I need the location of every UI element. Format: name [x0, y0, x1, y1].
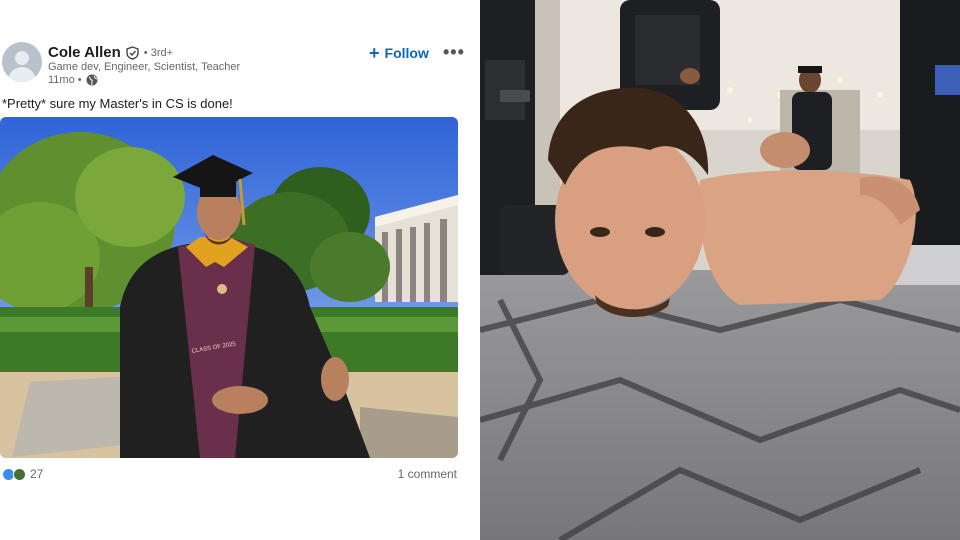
shield-check-icon — [126, 45, 139, 60]
follow-button[interactable]: + Follow — [369, 43, 429, 63]
follow-label: Follow — [384, 45, 429, 61]
linkedin-post: Cole Allen • 3rd+ Game dev, Engineer, Sc… — [0, 0, 480, 540]
author-row: Cole Allen • 3rd+ — [48, 44, 173, 61]
ellipsis-icon[interactable]: ••• — [443, 42, 465, 63]
post-meta: 11mo • — [48, 74, 98, 86]
author-headline: Game dev, Engineer, Scientist, Teacher — [48, 61, 241, 73]
post-time: 11mo • — [48, 74, 82, 86]
connection-degree: • 3rd+ — [143, 46, 174, 59]
post-image[interactable]: CLASS OF 2025 — [0, 117, 458, 458]
plus-icon: + — [369, 43, 380, 63]
arrest-photo — [480, 0, 960, 540]
author-name[interactable]: Cole Allen — [48, 44, 121, 61]
avatar-head — [15, 51, 29, 65]
avatar-body — [8, 67, 36, 82]
globe-icon — [86, 74, 98, 86]
reactions-count: 27 — [30, 467, 44, 481]
celebrate-reaction-icon — [13, 467, 26, 481]
post-text: *Pretty* sure my Master's in CS is done! — [2, 96, 233, 111]
reactions-summary[interactable]: 27 — [2, 467, 43, 481]
avatar[interactable] — [2, 42, 42, 82]
comments-count[interactable]: 1 comment — [398, 467, 457, 481]
